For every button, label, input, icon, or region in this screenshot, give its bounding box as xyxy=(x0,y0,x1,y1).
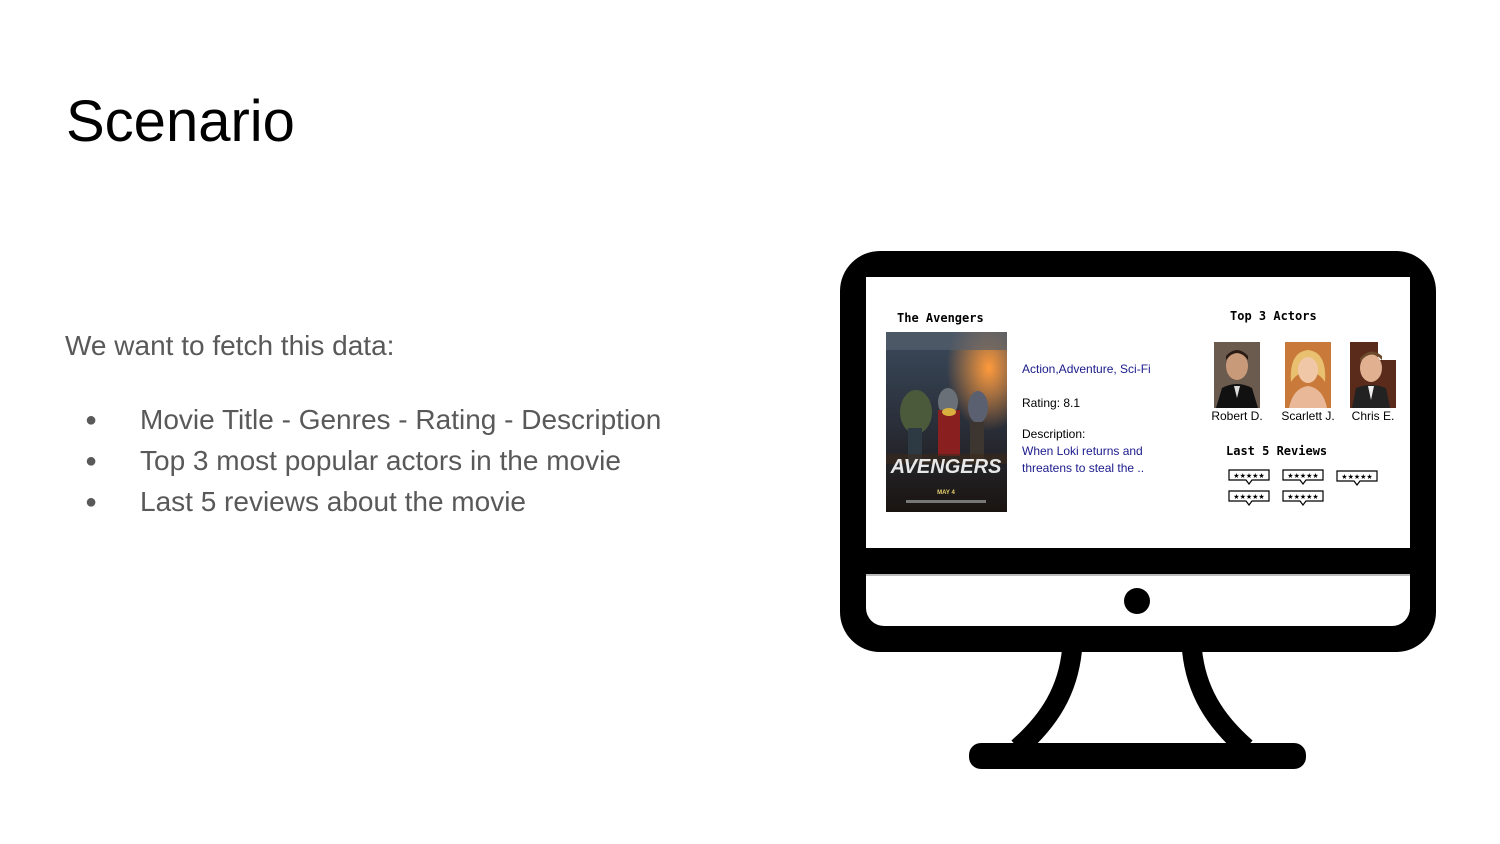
description-line: When Loki returns and xyxy=(1022,444,1143,458)
actor-name: Chris E. xyxy=(1351,409,1395,423)
svg-text:★★★★★: ★★★★★ xyxy=(1287,493,1318,501)
svg-text:★★★★★: ★★★★★ xyxy=(1233,472,1264,480)
review-bubble-icon: ★★★★★ xyxy=(1282,490,1324,506)
svg-text:★★★★★: ★★★★★ xyxy=(1287,472,1318,480)
review-bubble-icon: ★★★★★ xyxy=(1228,469,1270,485)
movie-genres: Action,Adventure, Sci-Fi xyxy=(1022,362,1151,376)
reviews-title: Last 5 Reviews xyxy=(1226,444,1328,458)
movie-poster: AVENGERS MAY 4 xyxy=(886,332,1007,512)
svg-text:AVENGERS: AVENGERS xyxy=(890,456,1002,478)
monitor-screen: The Avengers AVENGERS MAY 4 Action,Adven… xyxy=(866,277,1410,548)
actor-name: Robert D. xyxy=(1211,409,1263,423)
review-bubble-icon: ★★★★★ xyxy=(1336,470,1378,486)
actor-card: Chris E. xyxy=(1343,342,1403,423)
actors-title: Top 3 Actors xyxy=(1230,309,1317,323)
review-bubble-icon: ★★★★★ xyxy=(1228,490,1270,506)
description-label: Description: xyxy=(1022,427,1086,441)
svg-text:MAY 4: MAY 4 xyxy=(937,490,955,496)
actor-photo xyxy=(1214,342,1260,408)
actor-photo xyxy=(1285,342,1331,408)
svg-text:★★★★★: ★★★★★ xyxy=(1233,493,1264,501)
movie-rating: Rating: 8.1 xyxy=(1022,396,1081,410)
actor-photo xyxy=(1350,342,1396,408)
description-text: When Loki returns and threatens to steal… xyxy=(1022,443,1162,477)
description-line: threatens to steal the .. xyxy=(1022,461,1145,475)
actor-name: Scarlett J. xyxy=(1281,409,1335,423)
actor-card: Robert D. xyxy=(1207,342,1267,423)
review-bubble-icon: ★★★★★ xyxy=(1282,469,1324,485)
svg-text:★★★★★: ★★★★★ xyxy=(1341,473,1372,481)
actor-card: Scarlett J. xyxy=(1278,342,1338,423)
movie-title: The Avengers xyxy=(897,311,984,325)
